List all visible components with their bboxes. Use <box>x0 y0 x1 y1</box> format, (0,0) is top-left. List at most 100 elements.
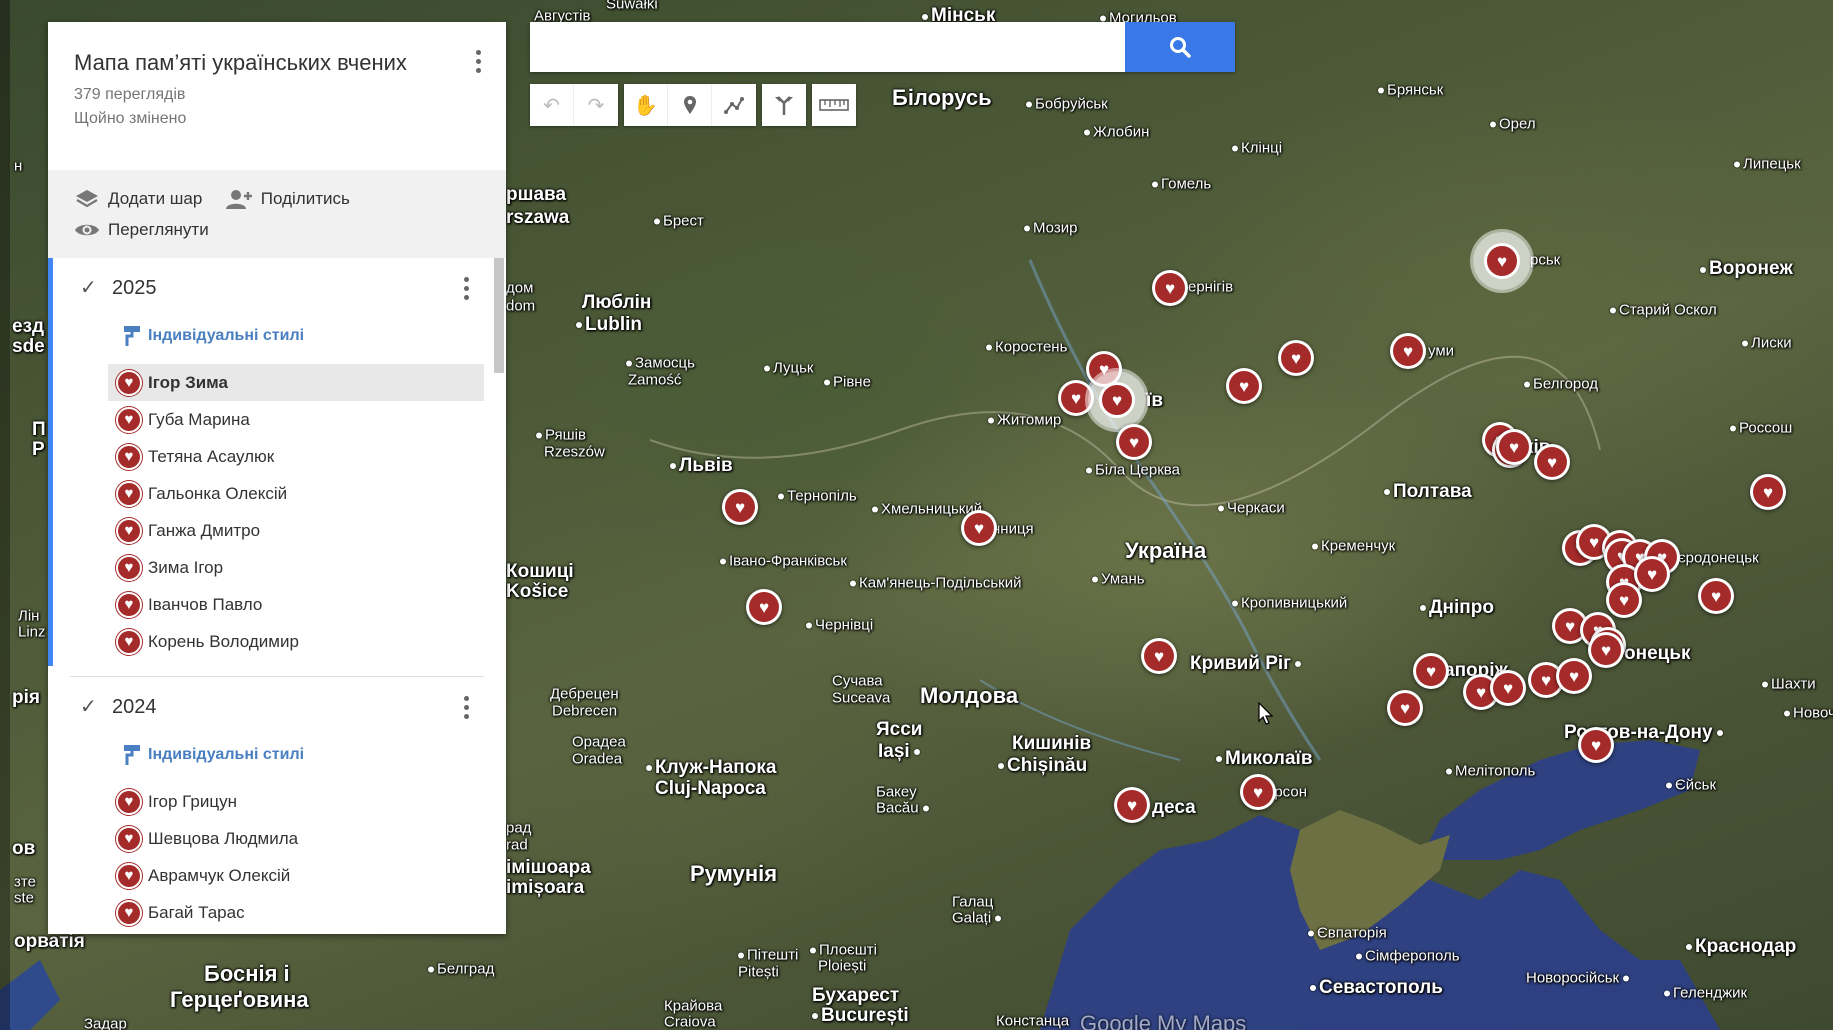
city-arad-2: rad <box>506 836 528 854</box>
map-pin[interactable]: ♥ <box>1750 474 1786 510</box>
heart-icon: ♥ <box>116 628 142 655</box>
map-pin[interactable]: ♥ <box>1606 582 1642 618</box>
hand-icon[interactable]: ✋ <box>624 84 668 126</box>
list-item[interactable]: ♥ Шевцова Людмила <box>58 820 484 857</box>
map-pin[interactable]: ♥ <box>722 489 758 525</box>
layer-header: ✓ 2024 <box>58 677 506 737</box>
list-item[interactable]: ♥ Ігор Зима <box>108 364 484 401</box>
edge-label-6: рія <box>12 687 40 708</box>
share-label: Поділитись <box>260 189 350 208</box>
layer-visibility-checkbox[interactable]: ✓ <box>80 278 100 298</box>
label-bosnia-2: Герцеґовина <box>170 987 309 1012</box>
city-bucharest-2: București <box>812 1005 909 1027</box>
heart-icon: ♥ <box>1390 693 1420 723</box>
map-pin[interactable]: ♥ <box>1634 556 1670 592</box>
marker-icon[interactable] <box>668 84 712 126</box>
city-pitesti-2: Pitești <box>738 963 779 981</box>
list-item[interactable]: ♥ Корень Володимир <box>58 623 484 660</box>
map-pin[interactable]: ♥ <box>1496 429 1532 465</box>
list-item[interactable]: ♥ Багай Тарас <box>58 894 484 931</box>
share-button[interactable]: Поділитись <box>225 184 350 214</box>
heart-icon: ♥ <box>116 899 142 926</box>
city-bacau-1: Бакеу <box>876 783 917 801</box>
map-pin[interactable]: ♥ <box>1556 658 1592 694</box>
list-item[interactable]: ♥ Тетяна Асаулюк <box>58 438 484 475</box>
list-item[interactable]: ♥ Ганжа Дмитро <box>58 512 484 549</box>
map-pin[interactable]: ♥ <box>1578 727 1614 763</box>
city-ternopil: Тернопіль <box>778 488 857 505</box>
map-pin[interactable]: ♥ <box>1390 333 1426 369</box>
city-odesa: деса <box>1152 797 1196 818</box>
city-zamosc-1: Замосць <box>626 355 695 372</box>
list-item[interactable]: ♥ Аврамчук Олексій <box>58 857 484 894</box>
list-item[interactable]: ♥ Іванчов Павло <box>58 586 484 623</box>
map-pin[interactable]: ♥ <box>1278 340 1314 376</box>
map-pin[interactable]: ♥ <box>1588 632 1624 668</box>
map-pin[interactable]: ♥ <box>1141 638 1177 674</box>
view-count: 379 переглядів <box>74 86 186 103</box>
undo-icon[interactable]: ↶ <box>530 84 574 126</box>
heart-icon: ♥ <box>1484 243 1520 279</box>
layer-name[interactable]: 2024 <box>112 696 157 719</box>
layer-items: ♥ Ігор Грицун ♥ Шевцова Людмила ♥ Аврамчук … <box>58 773 506 934</box>
add-layer-button[interactable]: Додати шар <box>74 184 202 214</box>
search-input[interactable] <box>530 22 1125 72</box>
map-pin[interactable]: ♥ <box>1088 371 1146 429</box>
map-pin[interactable]: ♥ <box>1387 690 1423 726</box>
label-romania: Румунія <box>690 861 778 886</box>
list-item[interactable]: ♥ Ігор Грицун <box>58 783 484 820</box>
city-klintsy: Клінці <box>1232 140 1282 157</box>
ruler-icon[interactable] <box>812 84 856 126</box>
city-ploiesti-2: Ploiești <box>818 957 867 975</box>
panel-scrollbar[interactable] <box>494 258 504 373</box>
map-pin[interactable]: ♥ <box>1534 444 1570 480</box>
layer-visibility-checkbox[interactable]: ✓ <box>80 697 100 717</box>
heart-icon: ♥ <box>116 591 142 618</box>
map-pin[interactable]: ♥ <box>1152 270 1188 306</box>
search-button[interactable] <box>1125 22 1235 72</box>
city-gomel: Гомель <box>1152 176 1211 193</box>
eye-icon <box>75 224 99 236</box>
city-craiova-2: Craiova <box>664 1013 716 1030</box>
list-item[interactable]: ♥ Губа Марина <box>58 401 484 438</box>
map-pin[interactable]: ♥ <box>961 510 997 546</box>
city-rzeszow-1: Ряшів <box>536 427 586 444</box>
city-yeisk: Єйськ <box>1666 777 1716 794</box>
paint-roller-icon <box>124 745 140 765</box>
map-pin[interactable]: ♥ <box>1490 670 1526 706</box>
individual-styles-link[interactable]: Індивідуальні стилі <box>58 318 506 354</box>
map-pin[interactable]: ♥ <box>1226 368 1262 404</box>
layer-name[interactable]: 2025 <box>112 277 157 300</box>
label-bosnia-1: Боснія і <box>204 961 290 986</box>
map-pin[interactable]: ♥ <box>1114 787 1150 823</box>
preview-button[interactable]: Переглянути <box>74 215 209 245</box>
city-orel: Орел <box>1490 116 1536 133</box>
list-item[interactable]: ♥ Зима Ігор <box>58 549 484 586</box>
map-pin[interactable]: ♥ <box>1698 578 1734 614</box>
directions-icon[interactable] <box>762 84 806 126</box>
city-domb-2: dom <box>506 297 536 315</box>
city-bila-tserkva: Біла Церква <box>1086 462 1180 479</box>
city-warsaw-2: rszawa <box>506 207 570 228</box>
layer-options-icon[interactable] <box>456 692 476 722</box>
individual-styles-link[interactable]: Індивідуальні стилі <box>58 737 506 773</box>
heart-icon: ♥ <box>1591 635 1621 665</box>
map-options-icon[interactable] <box>468 46 488 76</box>
city-warsaw-1: ршава <box>506 184 567 205</box>
edge-label-7: Лін <box>18 607 40 625</box>
heart-icon: ♥ <box>1499 432 1529 462</box>
map-pin[interactable]: ♥ <box>746 589 782 625</box>
list-item[interactable]: ♥ Гальонка Олексій <box>58 475 484 512</box>
draw-line-icon[interactable] <box>712 84 756 126</box>
city-chernivtsi: Чернівці <box>806 617 873 634</box>
map-pin[interactable]: ♥ <box>1413 653 1449 689</box>
redo-icon[interactable]: ↷ <box>574 84 618 126</box>
map-pin[interactable]: ♥ <box>1240 774 1276 810</box>
layer-options-icon[interactable] <box>456 273 476 303</box>
heart-icon: ♥ <box>1416 656 1446 686</box>
map-title[interactable]: Мапа пам’яті українських вчених <box>74 50 480 76</box>
map-pin[interactable]: ♥ <box>1116 424 1152 460</box>
city-oradea-2: Oradea <box>572 750 623 768</box>
city-shakhty: Шахти <box>1762 676 1816 693</box>
map-pin[interactable]: ♥ <box>1473 232 1531 290</box>
